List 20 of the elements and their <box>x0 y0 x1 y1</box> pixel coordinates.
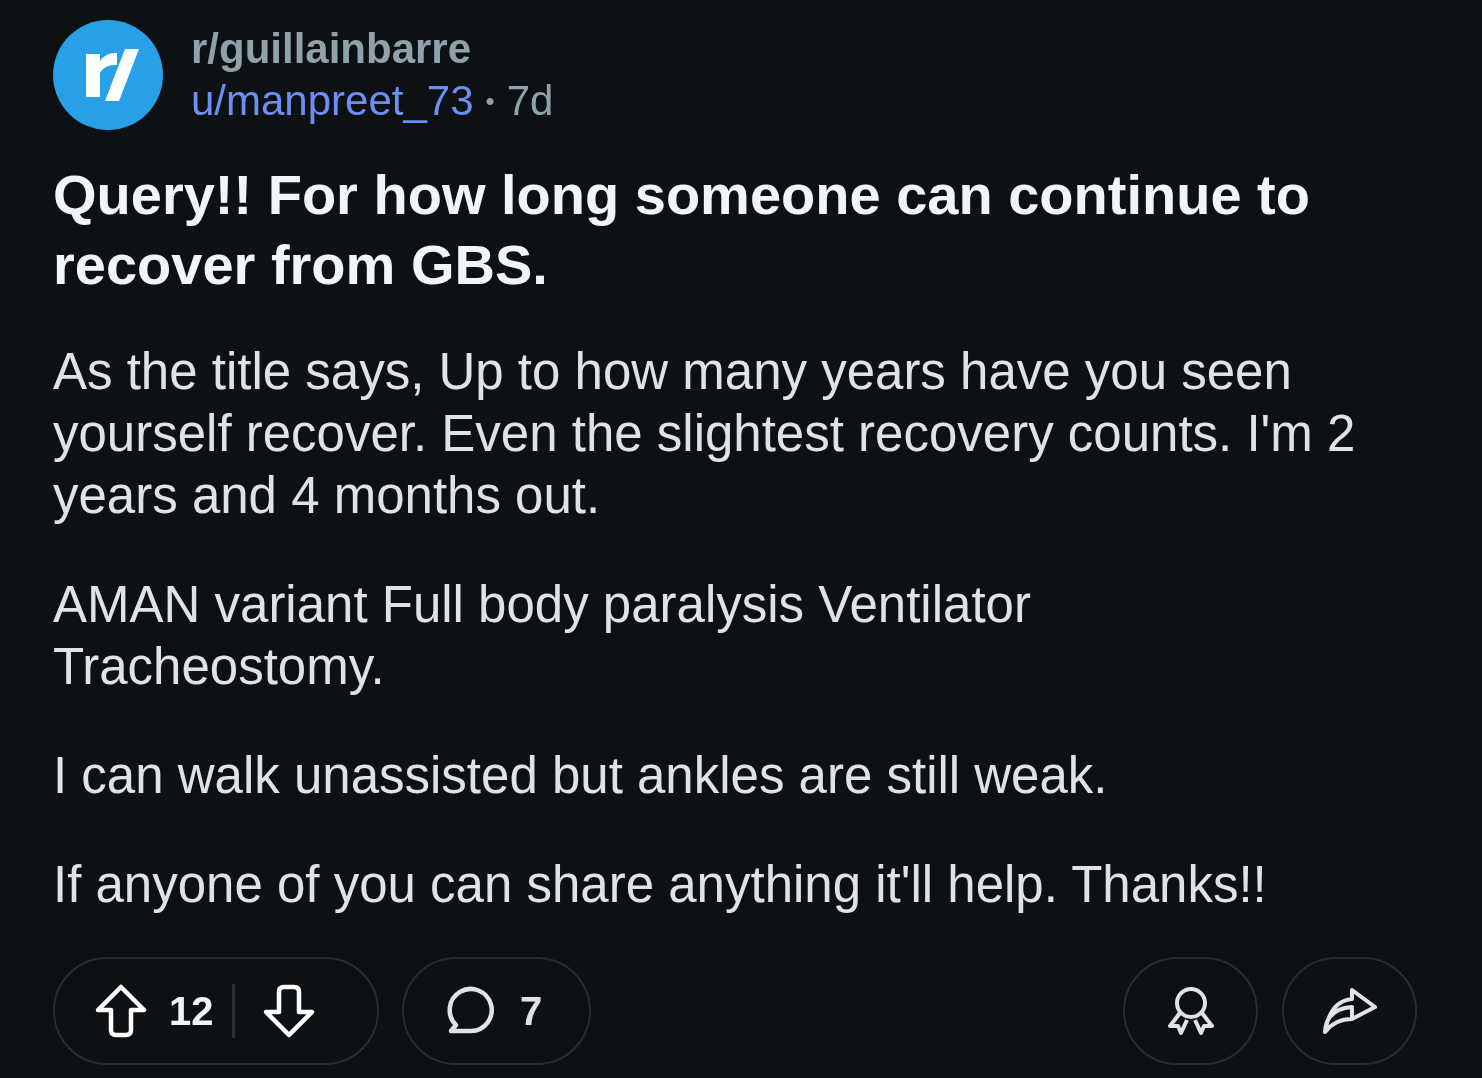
post-title: Query!! For how long someone can continue to recover from GBS. <box>53 162 1311 298</box>
downvote-arrow-icon <box>262 984 315 1038</box>
body-paragraph: As the title says, Up to how many years have you seen yourself recover. Even the slightest recovery counts. I'm 2 years and 4 months out. <box>53 342 1357 526</box>
subreddit-avatar-icon[interactable] <box>53 20 163 130</box>
upvote-button[interactable] <box>95 984 147 1038</box>
comments-button[interactable]: 7 <box>402 957 591 1065</box>
share-button[interactable] <box>1282 957 1417 1065</box>
subreddit-name[interactable]: r/guillainbarre <box>191 23 554 75</box>
award-ribbon-icon <box>1166 986 1215 1036</box>
award-button[interactable] <box>1123 957 1258 1065</box>
speech-bubble-icon <box>444 986 496 1036</box>
body-paragraph: I can walk unassisted but ankles are still weak. <box>53 746 1109 806</box>
downvote-button[interactable] <box>262 984 315 1038</box>
body-paragraph: If anyone of you can share anything it'll help. Thanks!! <box>53 855 1268 915</box>
post-age: 7d <box>506 76 554 126</box>
body-paragraph: AMAN variant Full body paralysis Ventilator Tracheostomy. <box>53 575 1032 697</box>
vote-score: 12 <box>169 988 214 1035</box>
separator-dot: • <box>485 85 495 118</box>
upvote-arrow-icon <box>95 984 147 1038</box>
author-link[interactable]: u/manpreet_73 <box>191 75 474 127</box>
